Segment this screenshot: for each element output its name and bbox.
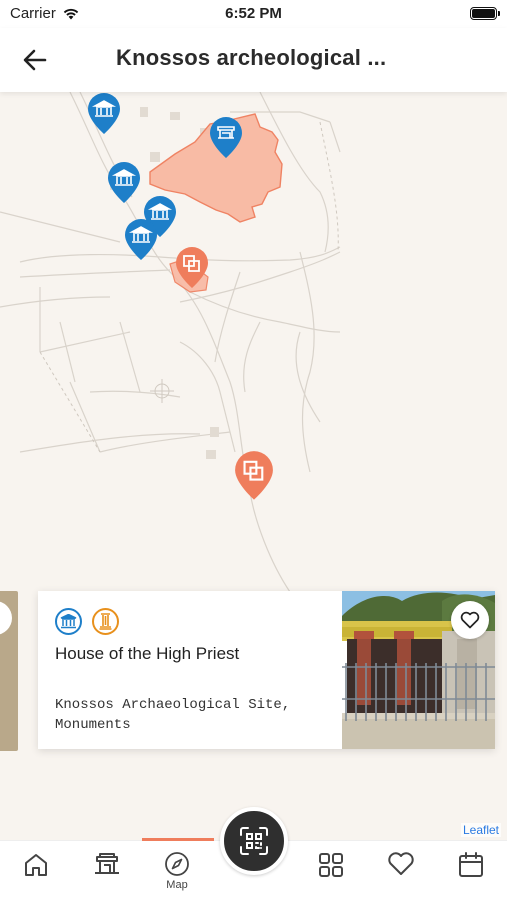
app-header: Knossos archeological ... bbox=[0, 28, 507, 92]
home-icon bbox=[25, 854, 47, 876]
monument-pin-icon bbox=[235, 451, 273, 500]
column-icon bbox=[92, 608, 119, 635]
museum-pin-icon bbox=[125, 219, 157, 260]
calendar-icon bbox=[459, 852, 483, 877]
map-pin-museum[interactable] bbox=[106, 161, 142, 205]
site-pin-icon bbox=[210, 117, 242, 158]
previous-card-favorite-button[interactable] bbox=[0, 601, 12, 635]
battery-icon bbox=[470, 7, 500, 20]
poi-subtitle: Knossos Archaeological Site, Monuments bbox=[55, 697, 291, 733]
museum-pin-icon bbox=[108, 162, 140, 203]
leaflet-attribution[interactable]: Leaflet bbox=[460, 823, 501, 837]
poi-category-icons bbox=[55, 608, 119, 635]
back-button[interactable] bbox=[18, 43, 52, 77]
monument-pin-icon bbox=[176, 247, 208, 288]
tab-map-label: Map bbox=[166, 879, 188, 891]
heart-icon bbox=[388, 852, 414, 875]
map-pin-museum[interactable] bbox=[86, 92, 122, 136]
poi-title: House of the High Priest bbox=[55, 644, 240, 663]
map-pin-monument[interactable] bbox=[232, 450, 276, 502]
map-view[interactable]: House of the High Priest Knossos Archaeo… bbox=[0, 92, 507, 840]
map-pin-site[interactable] bbox=[208, 116, 244, 160]
tab-favorites[interactable] bbox=[373, 841, 429, 900]
qr-scan-icon bbox=[240, 827, 268, 855]
previous-card[interactable] bbox=[0, 591, 18, 751]
scan-button[interactable] bbox=[220, 807, 288, 875]
museum-pin-icon bbox=[88, 93, 120, 134]
site-icon bbox=[95, 853, 119, 874]
arrow-left-icon bbox=[23, 49, 47, 71]
tab-calendar[interactable] bbox=[443, 841, 499, 900]
status-time: 6:52 PM bbox=[225, 5, 282, 22]
grid-icon bbox=[319, 853, 343, 877]
tab-map[interactable]: Map bbox=[149, 841, 205, 900]
museum-icon bbox=[55, 608, 82, 635]
map-pin-monument[interactable] bbox=[174, 246, 210, 290]
poi-card[interactable]: House of the High Priest Knossos Archaeo… bbox=[38, 591, 495, 749]
tab-home[interactable] bbox=[8, 841, 64, 900]
tab-sites[interactable] bbox=[79, 841, 135, 900]
compass-icon bbox=[165, 852, 189, 876]
heart-icon bbox=[460, 611, 480, 629]
tab-categories[interactable] bbox=[303, 841, 359, 900]
map-pin-museum[interactable] bbox=[123, 218, 159, 262]
favorite-button[interactable] bbox=[451, 601, 489, 639]
page-title: Knossos archeological ... bbox=[116, 45, 387, 70]
status-bar: Carrier 6:52 PM bbox=[0, 0, 507, 28]
